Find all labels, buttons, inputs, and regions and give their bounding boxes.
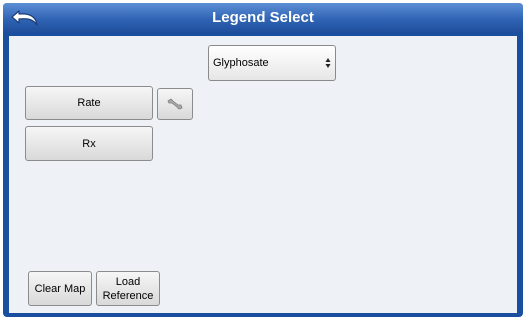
product-dropdown-value: Glyphosate [213,57,269,69]
back-arrow-icon [11,10,38,26]
rx-button[interactable]: Rx [25,126,153,161]
rate-button-label: Rate [77,97,101,109]
load-reference-button[interactable]: Load Reference [96,271,160,306]
load-reference-label: Load Reference [103,275,154,303]
wrench-button[interactable] [157,88,193,120]
content-area: Glyphosate Rate Rx Clear Map Load Refere… [9,36,517,313]
wrench-icon [167,98,183,110]
updown-arrows-icon [325,58,331,68]
clear-map-label: Clear Map [34,282,86,295]
load-reference-line1: Load [115,275,141,288]
window-title: Legend Select [212,9,314,26]
rate-button[interactable]: Rate [25,86,153,120]
product-dropdown[interactable]: Glyphosate [208,45,336,81]
rx-button-label: Rx [82,137,96,150]
back-button[interactable] [9,7,45,29]
window-frame: Legend Select Glyphosate Rate Rx Clear M… [3,3,523,317]
title-bar: Legend Select [3,3,523,33]
load-reference-line2: Reference [102,289,154,302]
clear-map-button[interactable]: Clear Map [28,271,92,306]
